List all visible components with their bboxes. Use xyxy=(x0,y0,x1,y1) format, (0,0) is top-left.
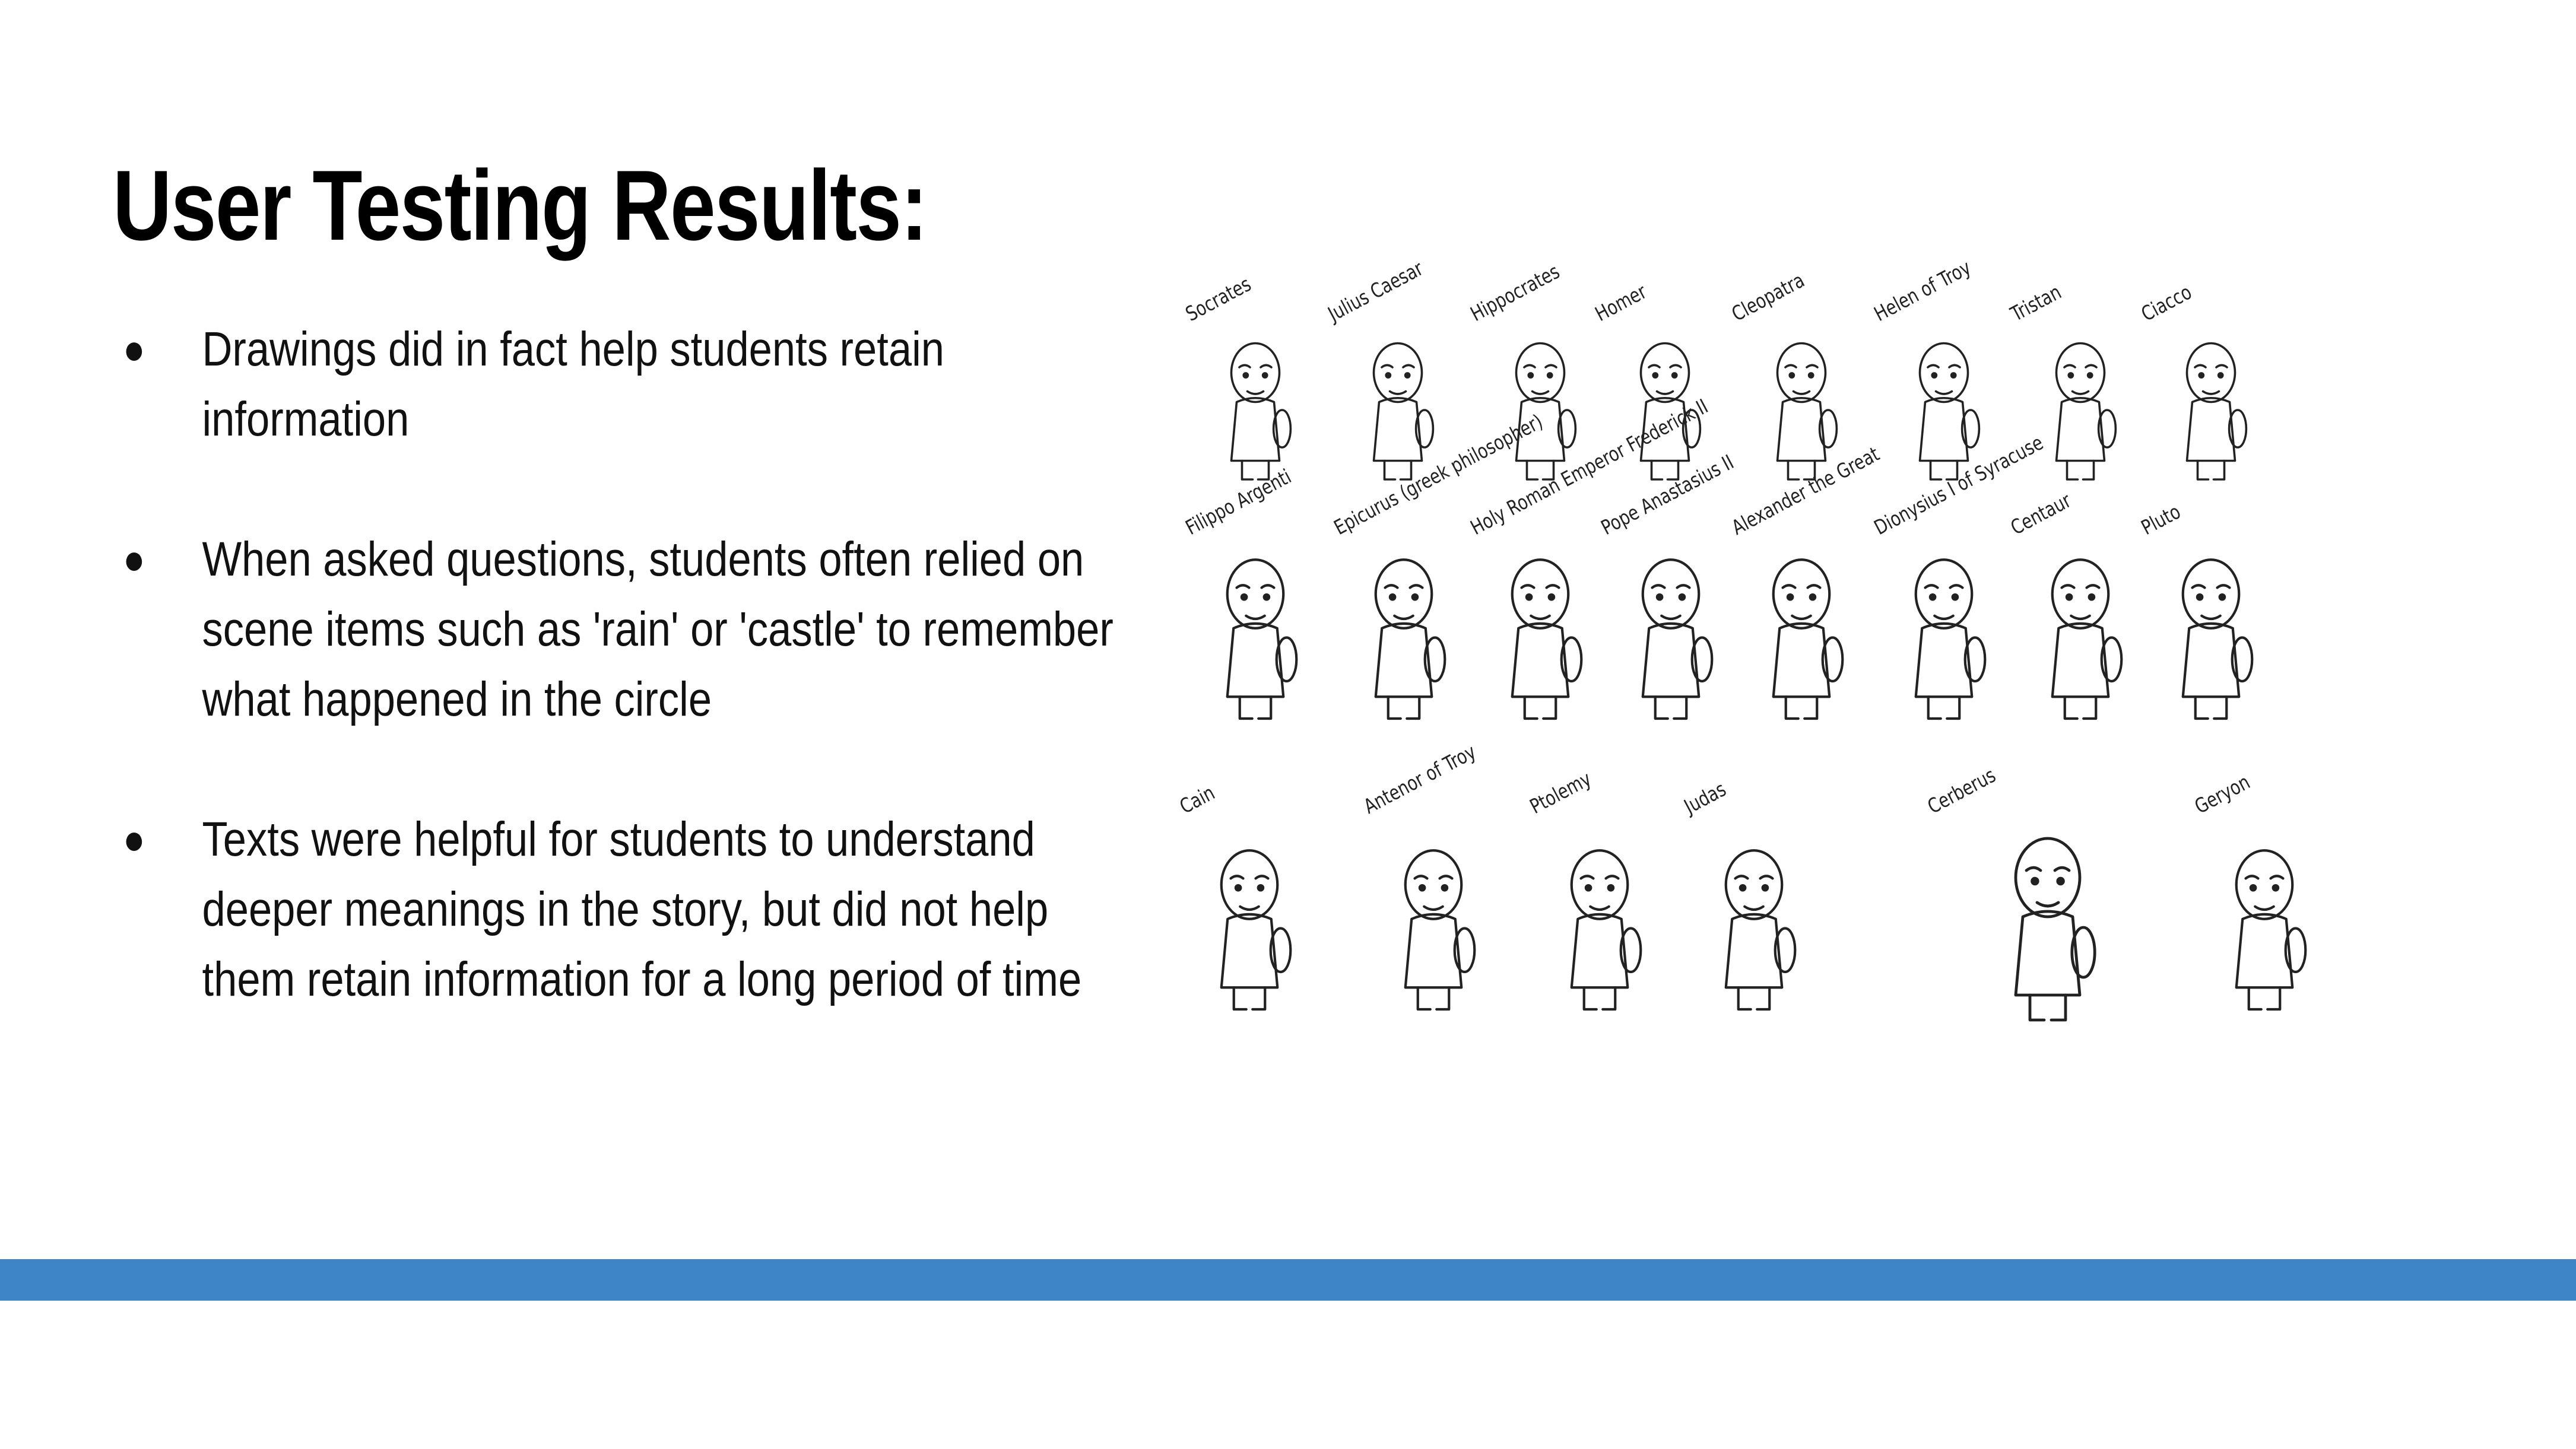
character-name-label: Cerberus xyxy=(1924,763,2000,819)
character-drawing xyxy=(1724,849,1797,1011)
bullet-item-3: ● Texts were helpful for students to und… xyxy=(113,805,1082,1015)
character-name-label: Homer xyxy=(1591,279,1651,326)
character-drawing xyxy=(1226,558,1298,720)
character-drawing xyxy=(1914,558,1987,720)
bullet-dot: ● xyxy=(123,536,145,583)
character-drawing xyxy=(2185,342,2248,481)
character-drawing xyxy=(2235,849,2307,1011)
footer-accent-bar xyxy=(0,1259,2576,1301)
bullet-item-1: ● Drawings did in fact help students ret… xyxy=(113,314,1032,455)
bullet-line: scene items such as 'rain' or 'castle' t… xyxy=(202,602,1113,656)
bullet-line: When asked questions, students often rel… xyxy=(202,532,1084,586)
character-name-label: Centaur xyxy=(2007,488,2075,540)
bullet-line: them retain information for a long perio… xyxy=(202,952,1082,1006)
character-drawing xyxy=(1511,558,1583,720)
character-drawing xyxy=(1220,849,1292,1011)
character-name-label: Cleopatra xyxy=(1728,268,1809,326)
bullet-line: Texts were helpful for students to under… xyxy=(202,812,1035,866)
character-drawing xyxy=(1570,849,1642,1011)
character-name-label: Hippocrates xyxy=(1467,259,1564,326)
character-drawing xyxy=(1230,342,1292,481)
character-name-label: Tristan xyxy=(2007,280,2066,326)
character-drawing xyxy=(1404,849,1476,1011)
character-name-label: Socrates xyxy=(1182,272,1255,326)
bullet-line: Drawings did in fact help students retai… xyxy=(202,322,944,376)
character-name-label: Geryon xyxy=(2191,770,2254,819)
character-drawing xyxy=(2014,837,2096,1022)
bullet-dot: ● xyxy=(123,816,145,863)
bullet-line: deeper meanings in the story, but did no… xyxy=(202,882,1049,936)
character-drawing xyxy=(2181,558,2254,720)
bullet-line: what happened in the circle xyxy=(202,672,712,726)
character-name-label: Antenor of Troy xyxy=(1360,740,1480,819)
character-name-label: Julius Caesar xyxy=(1324,256,1427,326)
character-name-label: Helen of Troy xyxy=(1870,256,1975,326)
character-name-label: Ciacco xyxy=(2137,280,2196,326)
character-drawing xyxy=(2051,558,2123,720)
character-name-label: Judas xyxy=(1680,777,1730,819)
character-drawing xyxy=(1772,558,1844,720)
character-name-label: Cain xyxy=(1176,781,1219,819)
character-drawing xyxy=(2055,342,2117,481)
bullet-item-2: ● When asked questions, students often r… xyxy=(113,525,1113,735)
character-name-label: Pluto xyxy=(2137,500,2185,540)
character-drawings-gallery: Socrates Julius Caesar Hippocrates Homer Cle… xyxy=(1176,256,2487,1056)
character-drawing xyxy=(1641,558,1714,720)
bullet-line: information xyxy=(202,392,410,446)
character-drawing xyxy=(1374,558,1446,720)
slide-title: User Testing Results: xyxy=(113,150,928,261)
character-name-label: Ptolemy xyxy=(1526,767,1595,819)
bullet-list: ● Drawings did in fact help students ret… xyxy=(113,314,1181,1085)
bullet-dot: ● xyxy=(123,326,145,373)
